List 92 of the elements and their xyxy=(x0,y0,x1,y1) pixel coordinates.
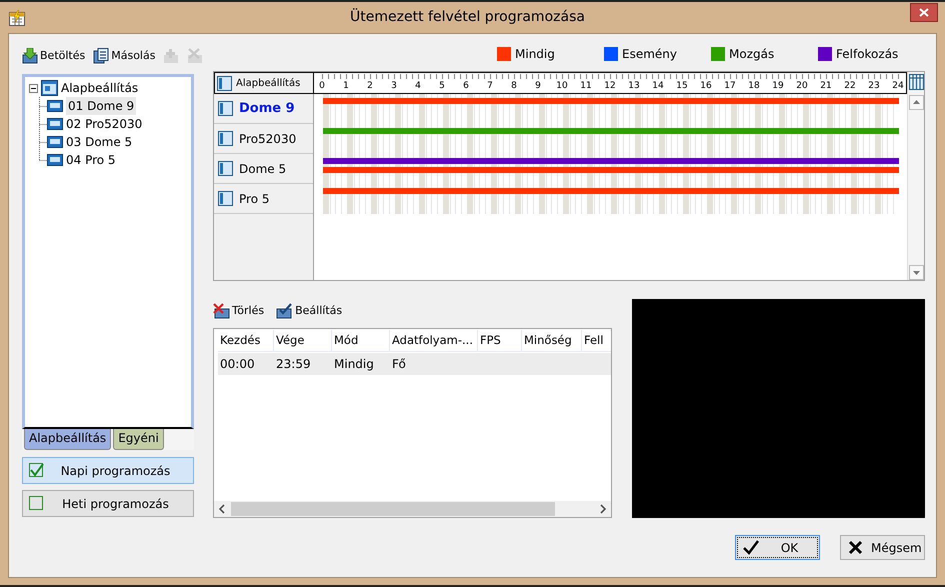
hour-label: 14 xyxy=(651,80,665,93)
channel-row[interactable]: Dome 5 xyxy=(214,154,313,184)
panel-icon xyxy=(217,76,232,90)
cancel-button[interactable]: Mégsem xyxy=(840,535,925,560)
column-header[interactable]: Mód xyxy=(332,330,390,351)
calendar-icon xyxy=(9,10,25,26)
load-button[interactable]: Betöltés xyxy=(22,48,86,64)
window-title: Ütemezett felvétel programozása xyxy=(349,7,586,27)
tree-item[interactable]: Alapbeállítás xyxy=(61,79,138,97)
channel-row[interactable]: Pro 5 xyxy=(214,184,313,214)
table-cell-text: 23:59 xyxy=(276,356,311,373)
table-row[interactable]: 00:00 23:59 Mindig Fő xyxy=(218,353,611,375)
checked-checkbox-icon xyxy=(29,463,44,478)
tree-item[interactable]: 04 Pro 5 xyxy=(66,151,116,169)
hour-label: 22 xyxy=(843,80,857,93)
hour-label: 13 xyxy=(627,80,641,93)
hour-label: 24 xyxy=(891,80,905,93)
hour-label: 9 xyxy=(534,80,542,93)
hour-label: 5 xyxy=(438,80,446,93)
schedule-header: Alapbeállítás xyxy=(215,73,314,93)
legend-label: Esemény xyxy=(622,46,677,63)
hour-label: 7 xyxy=(486,80,494,93)
legend-label: Mindig xyxy=(515,46,555,63)
hour-label: 2 xyxy=(366,80,374,93)
column-header[interactable]: FPS xyxy=(478,330,522,351)
tree-item[interactable]: 03 Dome 5 xyxy=(66,133,132,151)
hour-label: 16 xyxy=(699,80,713,93)
panel-icon xyxy=(218,191,233,206)
column-header[interactable]: Kezdés xyxy=(218,330,274,351)
settings-button[interactable]: Beállítás xyxy=(276,302,342,320)
hour-label: 21 xyxy=(819,80,833,93)
add-icon xyxy=(163,48,180,64)
ok-button[interactable]: OK xyxy=(735,535,820,560)
scroll-up-icon[interactable] xyxy=(908,95,924,110)
close-icon xyxy=(847,539,865,556)
collapse-icon[interactable] xyxy=(29,84,38,92)
close-button[interactable] xyxy=(910,3,938,22)
panel-icon xyxy=(218,101,233,116)
hour-label: 19 xyxy=(771,80,785,93)
close-icon xyxy=(919,8,929,17)
panel-icon xyxy=(218,131,233,146)
camera-icon xyxy=(47,117,63,131)
download-icon xyxy=(22,48,38,64)
panel-icon xyxy=(218,161,233,176)
camera-icon xyxy=(47,153,63,167)
hour-label: 1 xyxy=(342,80,350,93)
camera-icon xyxy=(47,99,63,113)
tree-item[interactable]: 01 Dome 9 xyxy=(66,97,136,115)
remove-icon xyxy=(187,48,204,64)
hour-label: 6 xyxy=(462,80,470,93)
legend-label: Felfokozás xyxy=(836,46,898,63)
hour-label: 3 xyxy=(390,80,398,93)
tree-line xyxy=(37,115,47,133)
column-header[interactable]: Adatfolyam-... xyxy=(390,330,478,351)
hour-label: 20 xyxy=(795,80,809,93)
column-header[interactable]: Minőség xyxy=(522,330,582,351)
copy-button[interactable]: Másolás xyxy=(93,48,156,64)
legend-label: Mozgás xyxy=(729,46,774,63)
hour-label: 12 xyxy=(603,80,617,93)
hour-label: 10 xyxy=(555,80,569,93)
scrollbar-thumb[interactable] xyxy=(231,502,555,516)
schedule-mode-button[interactable]: Napi programozás xyxy=(22,457,194,484)
delete-icon xyxy=(213,303,230,319)
column-header[interactable]: Vége xyxy=(274,330,332,351)
tree-item[interactable]: 02 Pro52030 xyxy=(66,115,142,133)
channel-row[interactable]: Dome 9 xyxy=(214,94,313,124)
table-cell-text: Mindig xyxy=(334,356,374,373)
grid-icon xyxy=(908,72,924,92)
checkmark-folder-icon xyxy=(276,303,294,319)
hour-label: 4 xyxy=(414,80,422,93)
table-cell-text: Fő xyxy=(392,356,406,373)
hour-label: 17 xyxy=(723,80,737,93)
delete-button[interactable]: Törlés xyxy=(213,302,264,320)
tab[interactable]: Egyéni xyxy=(113,429,164,450)
checkmark-icon xyxy=(742,539,760,556)
column-header[interactable]: Fell xyxy=(582,330,611,351)
hour-label: 0 xyxy=(318,80,326,93)
hour-label: 11 xyxy=(579,80,593,93)
copy-icon xyxy=(93,48,110,64)
checkbox-icon xyxy=(29,496,44,511)
hour-label: 15 xyxy=(675,80,689,93)
hour-label: 8 xyxy=(510,80,518,93)
scroll-down-icon[interactable] xyxy=(908,265,924,280)
hour-label: 23 xyxy=(867,80,881,93)
schedule-mode-button[interactable]: Heti programozás xyxy=(22,490,194,517)
hour-label: 18 xyxy=(747,80,761,93)
table-cell-text: 00:00 xyxy=(220,356,255,373)
camera-icon xyxy=(47,135,63,149)
group-icon xyxy=(41,80,58,96)
tree-line xyxy=(37,97,47,115)
tab[interactable]: Alapbeállítás xyxy=(24,429,112,450)
channel-row[interactable]: Pro52030 xyxy=(214,124,313,154)
